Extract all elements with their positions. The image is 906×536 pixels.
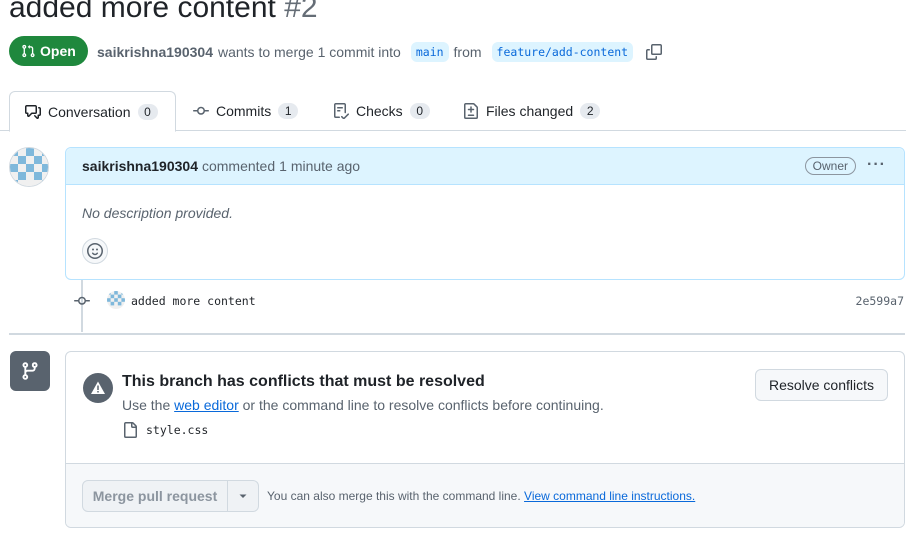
tab-commits[interactable]: Commits 1: [193, 91, 299, 131]
pr-from-text: from: [453, 44, 482, 60]
page-title: added more content #2: [9, 0, 318, 25]
tab-checks-label: Checks: [356, 103, 403, 119]
web-editor-link[interactable]: web editor: [174, 397, 239, 413]
base-branch-link[interactable]: main: [410, 42, 449, 62]
tab-files-changed-count: 2: [580, 103, 601, 119]
pr-title: added more content: [9, 0, 276, 24]
author-avatar[interactable]: [9, 147, 49, 187]
tab-commits-count: 1: [278, 103, 299, 119]
command-line-instructions-link[interactable]: View command line instructions.: [524, 489, 695, 503]
commit-sha-link[interactable]: 2e599a7: [856, 294, 904, 308]
tab-files-changed-label: Files changed: [486, 103, 574, 119]
command-line-hint: You can also merge this with the command…: [267, 489, 695, 503]
conflict-file: style.css: [122, 422, 208, 438]
merge-pull-request-button-group: Merge pull request: [82, 480, 259, 512]
head-branch-link[interactable]: feature/add-content: [491, 42, 634, 62]
resolve-conflicts-button[interactable]: Resolve conflicts: [754, 369, 888, 401]
conflict-title: This branch has conflicts that must be r…: [122, 373, 485, 390]
pr-state-label: Open: [40, 43, 76, 59]
commit-message-link[interactable]: added more content: [131, 294, 256, 308]
merge-footer: Merge pull request You can also merge th…: [66, 463, 904, 527]
alert-icon: [83, 373, 113, 403]
conflict-description: Use the web editor or the command line t…: [122, 397, 604, 413]
conflict-file-name: style.css: [146, 423, 209, 437]
comment-author-link[interactable]: saikrishna190304: [82, 158, 198, 174]
comment-discussion-icon: [25, 104, 41, 120]
merge-pull-request-button[interactable]: Merge pull request: [83, 481, 228, 511]
tab-conversation[interactable]: Conversation 0: [9, 91, 176, 132]
git-branch-icon: [10, 351, 50, 391]
triangle-down-icon[interactable]: [228, 481, 258, 511]
pr-number: #2: [284, 0, 318, 24]
checklist-icon: [333, 103, 349, 119]
tab-conversation-label: Conversation: [48, 103, 131, 120]
copy-icon[interactable]: [646, 44, 663, 60]
pr-state-badge: Open: [9, 36, 88, 66]
pr-description-comment: saikrishna190304 commented 1 minute ago …: [65, 147, 905, 280]
owner-badge: Owner: [804, 157, 856, 175]
tab-files-changed[interactable]: Files changed 2: [463, 91, 601, 131]
git-commit-icon: [193, 103, 209, 119]
git-commit-icon: [74, 293, 90, 314]
commit-author-avatar[interactable]: [107, 291, 125, 309]
file-diff-icon: [463, 103, 479, 119]
comment-time-link[interactable]: 1 minute ago: [279, 158, 360, 174]
pull-request-icon: [21, 44, 35, 58]
file-icon: [122, 422, 138, 438]
command-line-text: You can also merge this with the command…: [267, 489, 521, 503]
tab-commits-label: Commits: [216, 103, 272, 119]
conflict-desc-prefix: Use the: [122, 397, 171, 413]
comment-action: commented: [201, 158, 276, 174]
pr-author-link[interactable]: saikrishna190304: [97, 44, 213, 60]
smiley-icon[interactable]: [82, 238, 108, 264]
merge-box: This branch has conflicts that must be r…: [65, 351, 905, 528]
comment-header: saikrishna190304 commented 1 minute ago …: [66, 148, 904, 185]
comment-body: No description provided.: [82, 205, 233, 221]
pr-tabs: Conversation 0 Commits 1 Checks 0 Files …: [0, 91, 906, 132]
tab-conversation-count: 0: [137, 103, 158, 120]
timeline-divider: [9, 333, 905, 335]
conflict-desc-suffix: or the command line to resolve conflicts…: [242, 397, 604, 413]
kebab-horizontal-icon[interactable]: ···: [867, 156, 886, 174]
pr-meta: saikrishna190304 wants to merge 1 commit…: [97, 42, 663, 62]
pr-merge-text: wants to merge 1 commit into: [217, 44, 401, 60]
tab-checks[interactable]: Checks 0: [333, 91, 430, 131]
tab-checks-count: 0: [409, 103, 430, 119]
